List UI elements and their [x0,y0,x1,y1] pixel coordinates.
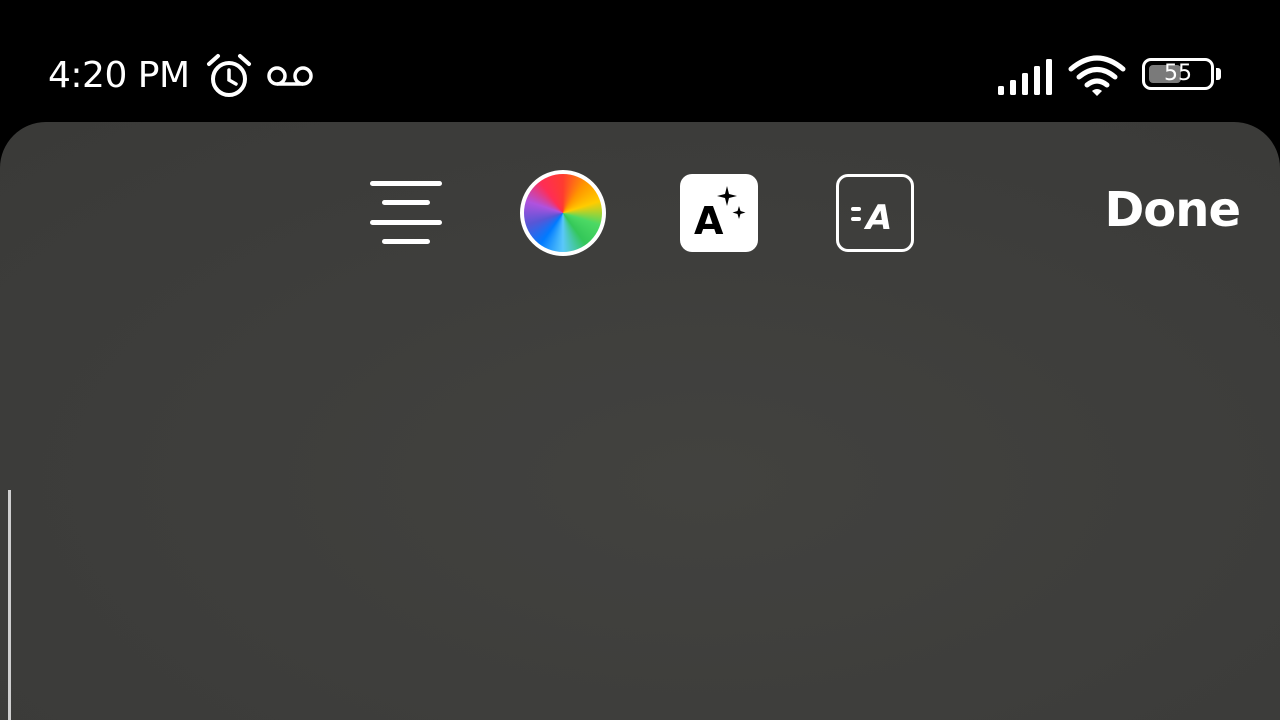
text-effects-icon[interactable]: A [680,174,758,252]
signal-icon [998,59,1052,95]
voicemail-icon [267,66,313,86]
status-bar: 4:20 PM 55 [0,0,1280,122]
done-button[interactable]: Done [1080,180,1241,240]
style-glyph: A [863,198,892,238]
status-time: 4:20 PM [48,55,190,96]
text-align-center-icon[interactable] [368,178,444,248]
battery-icon: 55 [1142,58,1224,94]
wifi-icon [1068,55,1126,96]
battery-tip [1216,68,1221,80]
alarm-icon [207,54,251,97]
effects-glyph: A [694,199,724,243]
text-style-icon[interactable]: A [836,174,914,252]
text-cursor [8,490,11,720]
color-wheel-icon[interactable] [520,170,606,256]
battery-level: 55 [1164,61,1192,86]
